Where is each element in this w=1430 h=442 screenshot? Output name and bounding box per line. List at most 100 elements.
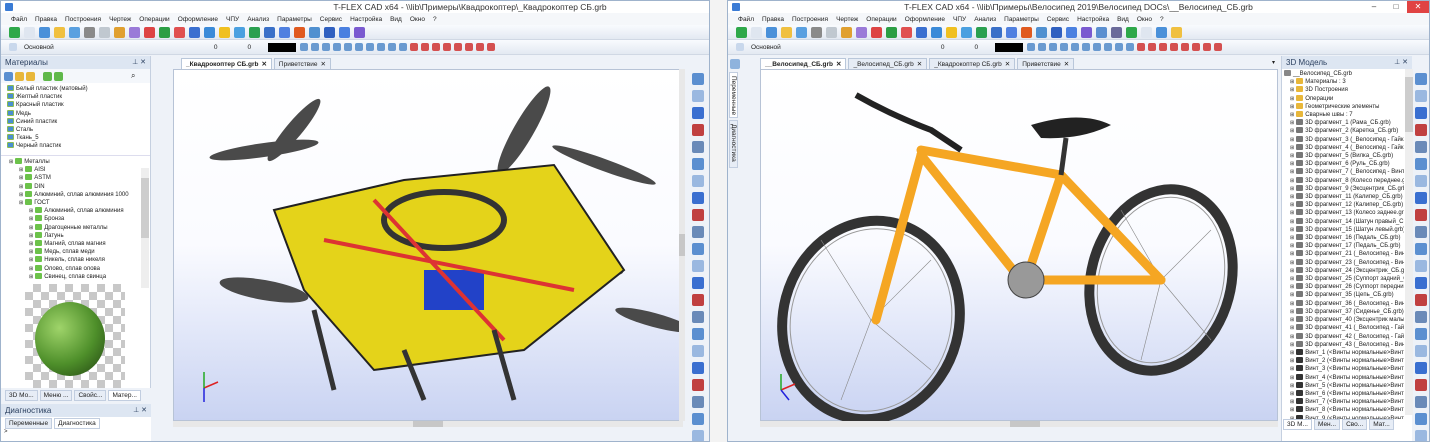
menu-item[interactable]: Файл: [738, 16, 754, 23]
layer-select[interactable]: Основной: [748, 44, 784, 51]
expand-icon[interactable]: ⊞: [1290, 96, 1294, 102]
tree-item[interactable]: ⊞ 3D фрагмент_16 (Педаль_СБ.grb): [1284, 234, 1404, 242]
expand-icon[interactable]: ⊞: [29, 241, 33, 247]
property-button-icon[interactable]: [1192, 43, 1201, 51]
view-tool-icon[interactable]: [1415, 362, 1427, 374]
toolbar-button-icon[interactable]: [1036, 26, 1047, 38]
property-button-icon[interactable]: [388, 43, 397, 51]
toolbar-button-icon[interactable]: [916, 26, 927, 38]
view-tool-icon[interactable]: [1415, 124, 1427, 136]
document-tab[interactable]: _Квадрокоптер СБ.grb ✕: [929, 58, 1016, 69]
expand-icon[interactable]: ⊞: [19, 200, 23, 206]
expand-icon[interactable]: ⊞: [1290, 399, 1294, 405]
tree-item[interactable]: ⊞ 3D фрагмент_1 (Рама_СБ.grb): [1284, 119, 1404, 127]
viewport-scrollbar-h[interactable]: [760, 421, 1278, 427]
tree-item[interactable]: ⊞ 3D фрагмент_9 (Эксцентрик_СБ.grb): [1284, 184, 1404, 193]
toolbar-button-icon[interactable]: [1096, 26, 1107, 38]
menu-item[interactable]: Построения: [65, 16, 101, 23]
toolbar-button-icon[interactable]: [174, 26, 185, 38]
tree-item[interactable]: ⊞ 3D фрагмент_36 (_Велосипед - Винт М: [1284, 299, 1404, 308]
toolbar-button-icon[interactable]: [1006, 26, 1017, 38]
tree-item[interactable]: ⊞ Винт_3 (<Винты нормальные>Винт ГОС: [1284, 365, 1404, 373]
side-tab-diagnostics[interactable]: Диагностика: [729, 120, 738, 168]
material-item[interactable]: Сталь: [7, 126, 150, 134]
toolbar-button-icon[interactable]: [249, 26, 260, 38]
tree-item[interactable]: ⊞ 3D фрагмент_12 (Калипер_СБ.grb): [1284, 201, 1404, 209]
expand-icon[interactable]: ⊞: [19, 192, 23, 198]
expand-icon[interactable]: ⊞: [29, 208, 33, 214]
menu-item[interactable]: ?: [433, 16, 437, 23]
tree-item[interactable]: ⊞ Драгоценные металлы: [9, 223, 150, 232]
view-tool-icon[interactable]: [1415, 260, 1427, 272]
property-button-icon[interactable]: [333, 43, 342, 51]
expand-icon[interactable]: ⊞: [1290, 169, 1294, 175]
toolbar-button-icon[interactable]: [309, 26, 320, 38]
expand-icon[interactable]: ⊞: [1290, 178, 1294, 184]
expand-icon[interactable]: ⊞: [1290, 284, 1294, 290]
toolbar-button-icon[interactable]: [886, 26, 897, 38]
view-tool-icon[interactable]: [1415, 243, 1427, 255]
tree-item[interactable]: ⊞ 3D фрагмент_42 (_Велосипед - Гайка.g: [1284, 332, 1404, 341]
expand-icon[interactable]: ⊞: [29, 216, 33, 222]
toolbar-button-icon[interactable]: [9, 26, 20, 38]
panel-tab[interactable]: Мат...: [1369, 418, 1394, 430]
view-tool-icon[interactable]: [692, 243, 704, 255]
expand-icon[interactable]: ⊞: [29, 274, 33, 280]
property-button-icon[interactable]: [1049, 43, 1058, 51]
property-button-icon[interactable]: [476, 43, 485, 51]
tree-item[interactable]: ⊞ AISI: [9, 166, 150, 174]
view-tool-icon[interactable]: [1415, 158, 1427, 170]
view-tool-icon[interactable]: [692, 311, 704, 323]
expand-icon[interactable]: ⊞: [1290, 202, 1294, 208]
color-picker[interactable]: [995, 42, 1024, 52]
tree-item[interactable]: ⊞ 3D фрагмент_6 (Руль_СБ.grb): [1284, 160, 1404, 168]
expand-icon[interactable]: ⊞: [29, 225, 33, 231]
tree-item[interactable]: ⊞ DIN: [9, 182, 150, 191]
toolbar-button-icon[interactable]: [766, 26, 777, 38]
expand-icon[interactable]: ⊞: [1290, 375, 1294, 381]
tree-item[interactable]: ⊞ 3D фрагмент_4 (_Велосипед - Гайка ка: [1284, 143, 1404, 152]
toolbar-button-icon[interactable]: [976, 26, 987, 38]
toolbar-button-icon[interactable]: [796, 26, 807, 38]
panel-tab[interactable]: Меню ...: [39, 389, 73, 401]
view-tool-icon[interactable]: [1415, 345, 1427, 357]
property-button-icon[interactable]: [399, 43, 408, 51]
property-button-icon[interactable]: [421, 43, 430, 51]
tree-item[interactable]: ⊞ Винт_1 (<Винты нормальные>Винт ГОС: [1284, 348, 1404, 357]
tree-item[interactable]: ⊞ 3D фрагмент_41 (_Велосипед - Гайка.g: [1284, 324, 1404, 332]
priority-field[interactable]: 0: [971, 44, 981, 51]
viewport-scrollbar-h[interactable]: [173, 421, 683, 427]
expand-icon[interactable]: ⊞: [1290, 383, 1294, 389]
property-button-icon[interactable]: [311, 43, 320, 51]
expand-icon[interactable]: ⊞: [1290, 243, 1294, 249]
close-tab-icon[interactable]: ✕: [836, 61, 841, 68]
view-tool-icon[interactable]: [1415, 209, 1427, 221]
tree-item[interactable]: ⊞ Никель, сплав никеля: [9, 256, 150, 264]
tree-scrollbar[interactable]: [141, 168, 149, 288]
view-tool-icon[interactable]: [692, 362, 704, 374]
folder-add-icon[interactable]: [26, 71, 35, 81]
pin-close-icons[interactable]: ⊥ ✕: [133, 404, 147, 417]
tree-item[interactable]: ⊞ Свинец, сплав свинца: [9, 272, 150, 281]
toolbar-button-icon[interactable]: [144, 26, 155, 38]
expand-icon[interactable]: ⊞: [1290, 342, 1294, 348]
property-button-icon[interactable]: [443, 43, 452, 51]
property-button-icon[interactable]: [1104, 43, 1113, 51]
expand-icon[interactable]: ⊞: [1290, 161, 1294, 167]
tree-item[interactable]: ⊞ Металлы: [9, 158, 150, 166]
view-tool-icon[interactable]: [1415, 294, 1427, 306]
toolbar-button-icon[interactable]: [264, 26, 275, 38]
property-button-icon[interactable]: [1181, 43, 1190, 51]
close-tab-icon[interactable]: ✕: [917, 61, 922, 68]
toolbar-button-icon[interactable]: [946, 26, 957, 38]
tree-item[interactable]: ⊞ 3D фрагмент_40 (Эксцентрик малый_С: [1284, 316, 1404, 324]
toolbar-button-icon[interactable]: [1021, 26, 1032, 38]
close-tab-icon[interactable]: ✕: [1064, 61, 1069, 68]
toolbar-button-icon[interactable]: [856, 26, 867, 38]
toolbar-button-icon[interactable]: [279, 26, 290, 38]
view-tool-icon[interactable]: [692, 158, 704, 170]
property-button-icon[interactable]: [1214, 43, 1223, 51]
toolbar-button-icon[interactable]: [1111, 26, 1122, 38]
view-tool-icon[interactable]: [692, 413, 704, 425]
expand-icon[interactable]: ⊞: [1290, 301, 1294, 307]
